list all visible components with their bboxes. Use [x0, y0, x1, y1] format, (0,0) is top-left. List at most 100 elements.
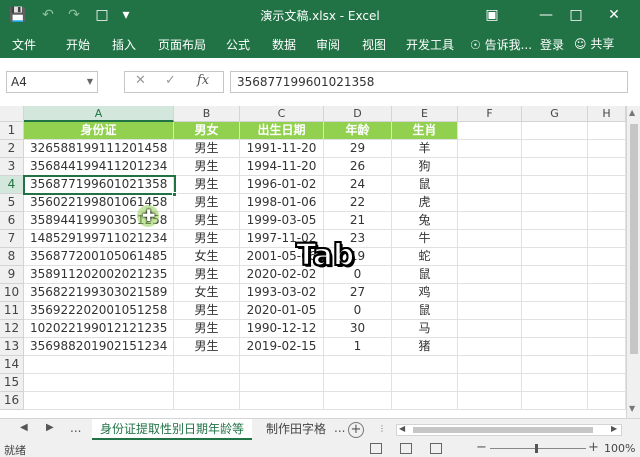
- tab-file[interactable]: 文件: [12, 36, 36, 53]
- data-cell[interactable]: 358911202002021235: [24, 266, 174, 284]
- data-cell[interactable]: 狗: [392, 158, 458, 176]
- tab-review[interactable]: 审阅: [316, 36, 340, 53]
- data-cell[interactable]: 羊: [392, 140, 458, 158]
- data-cell[interactable]: 鼠: [392, 176, 458, 194]
- empty-cell[interactable]: [324, 356, 392, 374]
- column-header[interactable]: D: [324, 106, 392, 122]
- data-cell[interactable]: 男生: [174, 338, 240, 356]
- page-break-view-icon[interactable]: [430, 443, 442, 454]
- empty-cell[interactable]: [458, 212, 522, 230]
- data-cell[interactable]: 鸡: [392, 284, 458, 302]
- data-cell[interactable]: 356877200105061485: [24, 248, 174, 266]
- vertical-scrollbar[interactable]: ▲ ▼: [626, 106, 640, 418]
- empty-cell[interactable]: [458, 302, 522, 320]
- data-cell[interactable]: 男生: [174, 194, 240, 212]
- column-header[interactable]: B: [174, 106, 240, 122]
- data-cell[interactable]: 148529199711021234: [24, 230, 174, 248]
- empty-cell[interactable]: [522, 392, 588, 410]
- row-header[interactable]: 4: [0, 176, 24, 194]
- row-header[interactable]: 12: [0, 320, 24, 338]
- data-cell[interactable]: 102022199012121235: [24, 320, 174, 338]
- header-cell[interactable]: 年龄: [324, 122, 392, 140]
- empty-cell[interactable]: [588, 392, 626, 410]
- data-cell[interactable]: 27: [324, 284, 392, 302]
- empty-cell[interactable]: [522, 356, 588, 374]
- empty-cell[interactable]: [392, 392, 458, 410]
- scroll-down-icon[interactable]: ▼: [629, 404, 635, 413]
- cancel-icon[interactable]: ✕: [135, 73, 146, 88]
- tab-developer[interactable]: 开发工具: [406, 36, 454, 53]
- column-header[interactable]: F: [458, 106, 522, 122]
- enter-icon[interactable]: ✓: [165, 73, 176, 88]
- share-button[interactable]: ☺ 共享: [574, 35, 614, 52]
- row-header[interactable]: 13: [0, 338, 24, 356]
- empty-cell[interactable]: [458, 266, 522, 284]
- data-cell[interactable]: 鼠: [392, 266, 458, 284]
- empty-cell[interactable]: [240, 392, 324, 410]
- empty-cell[interactable]: [458, 230, 522, 248]
- empty-cell[interactable]: [588, 356, 626, 374]
- empty-cell[interactable]: [522, 248, 588, 266]
- insert-function-button[interactable]: fx: [197, 73, 209, 88]
- data-cell[interactable]: 男生: [174, 302, 240, 320]
- empty-cell[interactable]: [24, 392, 174, 410]
- data-cell[interactable]: 鼠: [392, 302, 458, 320]
- empty-cell[interactable]: [522, 212, 588, 230]
- data-cell[interactable]: 1: [324, 338, 392, 356]
- horizontal-scrollbar[interactable]: ◀ ▶: [396, 424, 622, 436]
- header-cell[interactable]: 生肖: [392, 122, 458, 140]
- column-header[interactable]: H: [588, 106, 626, 122]
- zoom-level[interactable]: 100%: [604, 442, 635, 455]
- empty-cell[interactable]: [588, 158, 626, 176]
- data-cell[interactable]: 2020-01-05: [240, 302, 324, 320]
- row-header[interactable]: 15: [0, 374, 24, 392]
- tab-page-layout[interactable]: 页面布局: [158, 36, 206, 53]
- row-header[interactable]: 7: [0, 230, 24, 248]
- undo-icon[interactable]: ↶: [38, 5, 58, 25]
- tab-split-handle[interactable]: ⋮: [378, 424, 386, 433]
- data-cell[interactable]: 猪: [392, 338, 458, 356]
- login-button[interactable]: 登录: [540, 36, 564, 53]
- empty-cell[interactable]: [324, 374, 392, 392]
- row-header[interactable]: 3: [0, 158, 24, 176]
- zoom-in-icon[interactable]: +: [588, 440, 599, 455]
- empty-cell[interactable]: [522, 230, 588, 248]
- empty-cell[interactable]: [522, 176, 588, 194]
- empty-cell[interactable]: [588, 266, 626, 284]
- sheet-tab[interactable]: 制作田字格: [258, 419, 334, 440]
- column-header[interactable]: G: [522, 106, 588, 122]
- empty-cell[interactable]: [522, 194, 588, 212]
- empty-cell[interactable]: [588, 176, 626, 194]
- empty-cell[interactable]: [458, 374, 522, 392]
- column-header[interactable]: C: [240, 106, 324, 122]
- data-cell[interactable]: 1991-11-20: [240, 140, 324, 158]
- normal-view-icon[interactable]: [370, 443, 382, 454]
- data-cell[interactable]: 1999-03-05: [240, 212, 324, 230]
- data-cell[interactable]: 0: [324, 302, 392, 320]
- minimize-icon[interactable]: —: [536, 5, 556, 25]
- empty-cell[interactable]: [240, 374, 324, 392]
- chevron-down-icon[interactable]: ▼: [87, 72, 93, 92]
- zoom-slider-knob[interactable]: [535, 444, 538, 453]
- row-header[interactable]: 2: [0, 140, 24, 158]
- empty-cell[interactable]: [324, 392, 392, 410]
- redo-icon[interactable]: ↷: [64, 5, 84, 25]
- scroll-right-icon[interactable]: ▶: [611, 424, 617, 433]
- data-cell[interactable]: 356988201902151234: [24, 338, 174, 356]
- data-cell[interactable]: 女生: [174, 248, 240, 266]
- empty-cell[interactable]: [588, 194, 626, 212]
- add-sheet-icon[interactable]: +: [348, 422, 364, 438]
- empty-cell[interactable]: [522, 266, 588, 284]
- tab-data[interactable]: 数据: [272, 36, 296, 53]
- empty-cell[interactable]: [458, 356, 522, 374]
- tab-formulas[interactable]: 公式: [226, 36, 250, 53]
- empty-cell[interactable]: [392, 374, 458, 392]
- row-header[interactable]: 5: [0, 194, 24, 212]
- row-header[interactable]: 14: [0, 356, 24, 374]
- data-cell[interactable]: 男生: [174, 176, 240, 194]
- empty-cell[interactable]: [522, 302, 588, 320]
- data-cell[interactable]: 男生: [174, 212, 240, 230]
- zoom-out-icon[interactable]: −: [476, 440, 487, 455]
- data-cell[interactable]: 356877199601021358: [24, 176, 174, 194]
- data-cell[interactable]: 356822199303021589: [24, 284, 174, 302]
